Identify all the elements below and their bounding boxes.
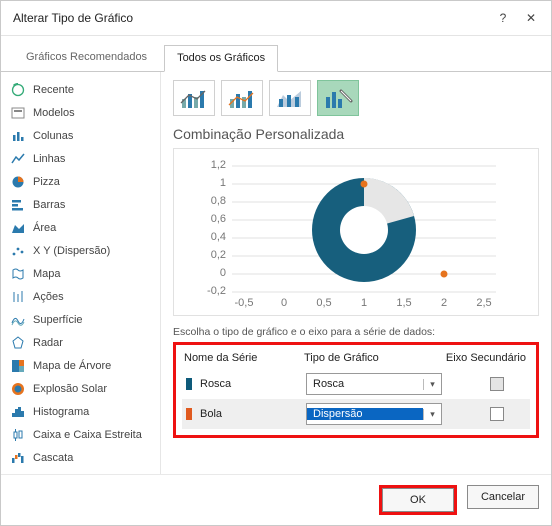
secondary-axis-checkbox[interactable] bbox=[490, 377, 504, 391]
series-color-chip bbox=[186, 378, 192, 390]
svg-text:1,5: 1,5 bbox=[396, 297, 411, 309]
sidebar-item-label: Caixa e Caixa Estreita bbox=[33, 429, 142, 441]
svg-text:1: 1 bbox=[220, 177, 226, 189]
tab-all-charts[interactable]: Todos os Gráficos bbox=[164, 45, 278, 72]
combo-subtype-row bbox=[173, 80, 539, 116]
sidebar-item-line[interactable]: Linhas bbox=[5, 148, 156, 170]
sidebar-item-treemap[interactable]: Mapa de Árvore bbox=[5, 355, 156, 377]
secondary-axis-checkbox[interactable] bbox=[490, 407, 504, 421]
highlight-frame-ok: OK bbox=[379, 485, 457, 515]
sidebar-item-label: Linhas bbox=[33, 153, 65, 165]
sidebar-item-label: Explosão Solar bbox=[33, 383, 107, 395]
col-chart-type: Tipo de Gráfico bbox=[304, 352, 444, 364]
series-type-dropdown[interactable]: Dispersão ▾ bbox=[306, 403, 442, 425]
sidebar-item-radar[interactable]: Radar bbox=[5, 332, 156, 354]
dialog-footer: OK Cancelar bbox=[1, 474, 551, 525]
sidebar-item-column[interactable]: Colunas bbox=[5, 125, 156, 147]
sidebar-item-label: Barras bbox=[33, 199, 65, 211]
highlight-frame-series: Nome da Série Tipo de Gráfico Eixo Secun… bbox=[173, 342, 539, 438]
sidebar-item-label: Histograma bbox=[33, 406, 89, 418]
chevron-down-icon: ▾ bbox=[423, 379, 441, 390]
sidebar-item-pie[interactable]: Pizza bbox=[5, 171, 156, 193]
sidebar-item-waterfall[interactable]: Cascata bbox=[5, 447, 156, 469]
section-title: Combinação Personalizada bbox=[173, 126, 539, 142]
subtype-custom[interactable] bbox=[317, 80, 359, 116]
sidebar-item-label: Mapa de Árvore bbox=[33, 360, 111, 372]
sidebar-item-label: Colunas bbox=[33, 130, 73, 142]
sidebar-item-stock[interactable]: Ações bbox=[5, 286, 156, 308]
sidebar-item-surface[interactable]: Superfície bbox=[5, 309, 156, 331]
sidebar-item-funnel[interactable]: Funil bbox=[5, 470, 156, 474]
svg-text:1,2: 1,2 bbox=[211, 159, 226, 171]
svg-text:0,2: 0,2 bbox=[211, 249, 226, 261]
sidebar-item-label: Modelos bbox=[33, 107, 75, 119]
sidebar-item-area[interactable]: Área bbox=[5, 217, 156, 239]
tab-strip: Gráficos Recomendados Todos os Gráficos bbox=[1, 36, 551, 71]
sidebar-item-label: Superfície bbox=[33, 314, 83, 326]
sidebar-item-scatter[interactable]: X Y (Dispersão) bbox=[5, 240, 156, 262]
series-caption: Escolha o tipo de gráfico e o eixo para … bbox=[173, 326, 539, 338]
series-row: Bola Dispersão ▾ bbox=[182, 399, 530, 429]
sidebar-item-label: X Y (Dispersão) bbox=[33, 245, 110, 257]
sidebar-item-histogram[interactable]: Histograma bbox=[5, 401, 156, 423]
svg-text:0,4: 0,4 bbox=[211, 231, 226, 243]
sidebar-item-label: Mapa bbox=[33, 268, 61, 280]
svg-text:0: 0 bbox=[281, 297, 287, 309]
col-series-name: Nome da Série bbox=[184, 352, 304, 364]
close-button[interactable]: ✕ bbox=[517, 7, 545, 29]
col-secondary-axis: Eixo Secundário bbox=[444, 352, 528, 364]
sidebar-item-label: Cascata bbox=[33, 452, 73, 464]
chart-preview: 1,2 1 0,8 0,6 0,4 0,2 0 -0,2 -0,5 0 0,5 1 1,5 2 2,… bbox=[173, 148, 539, 316]
svg-text:0,6: 0,6 bbox=[211, 213, 226, 225]
help-button[interactable]: ? bbox=[489, 7, 517, 29]
sidebar-item-recent[interactable]: Recente bbox=[5, 79, 156, 101]
svg-text:1: 1 bbox=[361, 297, 367, 309]
subtype-stacked-area[interactable] bbox=[269, 80, 311, 116]
chart-type-sidebar: Recente Modelos Colunas Linhas Pizza Bar… bbox=[1, 72, 161, 474]
series-name: Bola bbox=[200, 408, 306, 420]
series-name: Rosca bbox=[200, 378, 306, 390]
dropdown-value: Rosca bbox=[307, 378, 423, 390]
sidebar-item-label: Ações bbox=[33, 291, 64, 303]
dropdown-value: Dispersão bbox=[307, 408, 423, 420]
cancel-button[interactable]: Cancelar bbox=[467, 485, 539, 509]
sidebar-item-label: Radar bbox=[33, 337, 63, 349]
svg-text:-0,5: -0,5 bbox=[235, 297, 254, 309]
svg-text:0,5: 0,5 bbox=[316, 297, 331, 309]
chevron-down-icon: ▾ bbox=[423, 409, 441, 420]
tab-recommended[interactable]: Gráficos Recomendados bbox=[13, 44, 160, 71]
sidebar-item-sunburst[interactable]: Explosão Solar bbox=[5, 378, 156, 400]
window-title: Alterar Tipo de Gráfico bbox=[13, 11, 489, 25]
series-row: Rosca Rosca ▾ bbox=[182, 369, 530, 399]
ok-button[interactable]: OK bbox=[382, 488, 454, 512]
sidebar-item-boxwhisker[interactable]: Caixa e Caixa Estreita bbox=[5, 424, 156, 446]
sidebar-item-bar[interactable]: Barras bbox=[5, 194, 156, 216]
sidebar-item-label: Pizza bbox=[33, 176, 60, 188]
sidebar-item-map[interactable]: Mapa bbox=[5, 263, 156, 285]
series-type-dropdown[interactable]: Rosca ▾ bbox=[306, 373, 442, 395]
svg-text:0: 0 bbox=[220, 267, 226, 279]
subtype-clustered-line[interactable] bbox=[173, 80, 215, 116]
subtype-clustered-line-secondary[interactable] bbox=[221, 80, 263, 116]
svg-text:2,5: 2,5 bbox=[476, 297, 491, 309]
svg-text:-0,2: -0,2 bbox=[207, 285, 226, 297]
sidebar-item-label: Área bbox=[33, 222, 56, 234]
svg-text:2: 2 bbox=[441, 297, 447, 309]
series-color-chip bbox=[186, 408, 192, 420]
sidebar-item-label: Recente bbox=[33, 84, 74, 96]
svg-text:0,8: 0,8 bbox=[211, 195, 226, 207]
sidebar-item-templates[interactable]: Modelos bbox=[5, 102, 156, 124]
